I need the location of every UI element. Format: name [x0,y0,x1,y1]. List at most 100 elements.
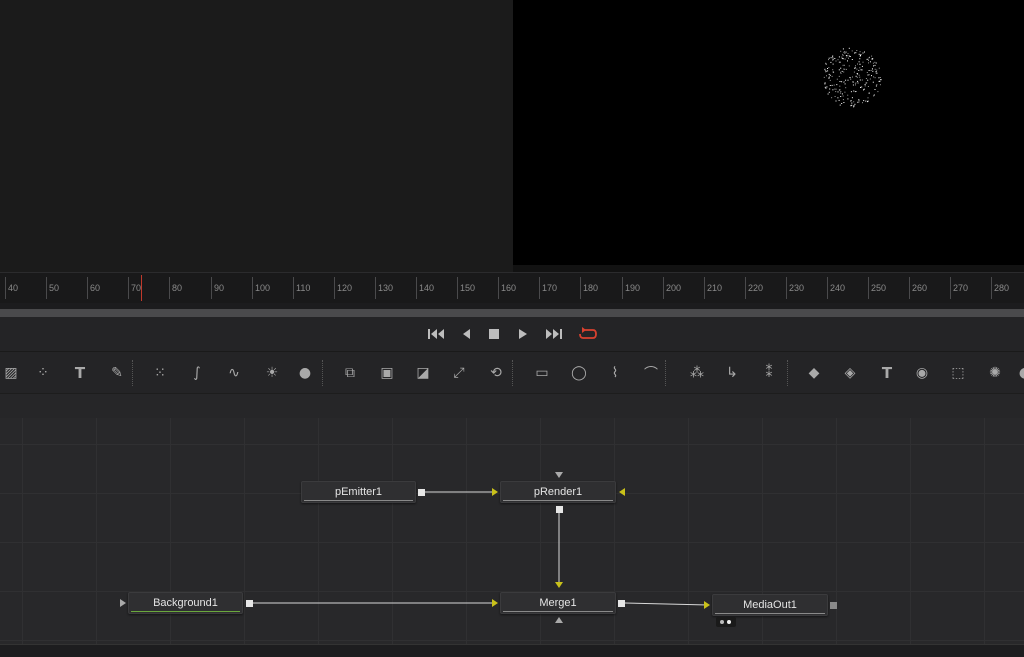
image-plane-3d-tool-button[interactable]: ⬚ [945,360,971,386]
viewer-left[interactable] [0,0,513,272]
foreground-input-port[interactable] [555,582,563,588]
go-to-start-button[interactable] [427,324,447,344]
stop-button[interactable] [484,324,504,344]
bspline-mask-tool-button[interactable]: ⌒ [638,360,664,386]
merge-tool-button[interactable]: ⧉ [337,360,363,386]
blur-tool-button[interactable]: ⁙ [147,360,173,386]
node-pemitter[interactable]: pEmitter1 [301,481,416,503]
matte-control-tool-button[interactable]: ▣ [374,360,400,386]
render-3d-tool-button[interactable]: ✺ [982,360,1008,386]
particle [824,70,826,71]
particle [843,64,845,66]
particle [873,65,874,67]
input-port[interactable] [492,599,498,607]
text-3d-tool-button[interactable]: T [874,360,900,386]
particle [863,88,865,90]
paint-brush-tool-button[interactable]: ✎ [104,360,130,386]
particle [875,62,877,64]
output-port[interactable] [418,489,425,496]
particle [832,63,834,65]
shape-3d-icon: ◆ [808,365,820,381]
image-tool-button[interactable]: ▨ [0,360,24,386]
particle [856,68,858,70]
viewer-right[interactable] [513,0,1024,265]
mask-input-port[interactable] [555,472,563,478]
p-render-tool-button[interactable]: ↳ [719,360,745,386]
camera-3d-tool-button[interactable]: ◉ [909,360,935,386]
ruler-tick-label: 250 [871,283,887,293]
color-corrector-tool-button[interactable]: ∿ [221,360,247,386]
brightness-contrast-tool-button[interactable]: ☀ [259,360,285,386]
node-mediaout[interactable]: MediaOut1 [712,594,828,616]
merge-3d-tool-button[interactable]: ◈ [837,360,863,386]
text-tool-button[interactable]: T [67,360,93,386]
rectangle-mask-tool-button[interactable]: ▭ [529,360,555,386]
viewer-right-border [513,265,1024,272]
text-icon: T [74,364,86,382]
particles-tool-button[interactable]: ⁘ [30,360,56,386]
particle [868,70,870,71]
stop-icon [489,329,499,339]
output-port[interactable] [618,600,625,607]
particle [866,58,868,60]
particle [832,58,834,60]
ruler-tick-label: 260 [912,283,928,293]
transform-tool-button[interactable]: ⟲ [483,360,509,386]
particle [848,47,850,49]
particle [876,69,878,71]
droplet-tool-button[interactable]: ● [292,360,318,386]
particle [831,75,833,77]
particle [839,61,841,63]
p-emitter-tool-button[interactable]: ⁂ [684,360,710,386]
resize-tool-button[interactable]: ⤢ [446,360,472,386]
input-port[interactable] [120,599,126,607]
particle [858,99,860,101]
output-port[interactable] [246,600,253,607]
play-button[interactable] [513,324,533,344]
loop-button[interactable] [578,324,598,344]
particle [854,82,856,84]
go-to-end-button[interactable] [543,324,563,344]
node-prender[interactable]: pRender1 [500,481,616,503]
mask-input-port[interactable] [555,617,563,623]
mask-tool-button[interactable]: ◪ [410,360,436,386]
particle [864,84,866,86]
particle [880,79,882,81]
particle [875,72,877,74]
view-indicator[interactable] [716,617,736,627]
particle [843,71,845,73]
polygon-mask-tool-button[interactable]: ⌇ [602,360,628,386]
particle [828,77,830,79]
output-port[interactable] [556,506,563,513]
shape-3d-tool-button[interactable]: ◆ [801,360,827,386]
particle [860,55,861,56]
particle [850,78,852,80]
time-ruler[interactable]: 40 50 60 70 80 90 100 110 120 130 140 150 160 170 180 1… [0,272,1024,303]
node-merge[interactable]: Merge1 [500,592,616,614]
timeline-scrollbar[interactable] [0,309,1024,317]
particle [835,88,837,90]
light-3d-tool-button[interactable]: ◐ [1012,360,1024,386]
input-port[interactable] [619,488,625,496]
particle [849,56,851,57]
step-back-button[interactable] [456,324,476,344]
particle [866,72,868,73]
output-port[interactable] [830,602,837,609]
toolbar-separator [787,360,789,386]
input-port[interactable] [704,601,710,609]
input-port[interactable] [492,488,498,496]
playhead[interactable] [141,275,142,301]
particle [844,91,846,93]
status-bar [0,644,1024,657]
particle [873,76,875,78]
node-background[interactable]: Background1 [128,592,243,614]
particle [824,68,826,70]
particle [865,78,867,79]
particle [829,85,831,86]
p-merge-tool-button[interactable]: ⁑ [756,360,782,386]
toolbar-separator [665,360,667,386]
particle [855,65,856,67]
ellipse-mask-tool-button[interactable]: ◯ [566,360,592,386]
particle [868,59,869,61]
curves-tool-button[interactable]: ∫ [184,360,210,386]
